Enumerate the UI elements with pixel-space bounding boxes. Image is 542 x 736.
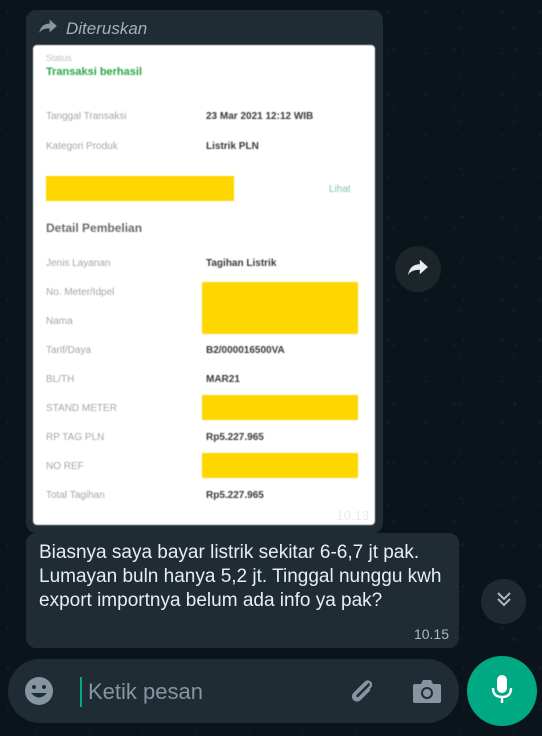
camera-icon[interactable]	[411, 676, 443, 706]
receipt-status-caption: Status	[46, 53, 72, 63]
receipt-row-label: STAND METER	[46, 403, 117, 414]
double-chevron-down-icon	[494, 589, 514, 614]
text-message[interactable]: Biasnya saya bayar listrik sekitar 6-6,7…	[26, 533, 459, 648]
microphone-icon	[489, 673, 515, 710]
redaction-highlight	[202, 282, 358, 334]
receipt-row-label: Nama	[46, 316, 73, 327]
emoji-icon[interactable]	[22, 674, 56, 708]
forwarded-header: Diteruskan	[38, 18, 147, 39]
receipt-row-label: BL/TH	[46, 374, 75, 385]
image-timestamp: 10.13	[336, 508, 369, 523]
paperclip-icon[interactable]	[346, 675, 378, 707]
redaction-highlight	[46, 176, 234, 201]
receipt-category-label: Kategori Produk	[46, 141, 118, 152]
share-button[interactable]	[395, 246, 441, 292]
scroll-down-button[interactable]	[481, 579, 526, 624]
redaction-highlight	[202, 395, 358, 420]
receipt-row-value: Tagihan Listrik	[206, 258, 277, 269]
receipt-detail-heading: Detail Pembelian	[46, 221, 143, 235]
forwarded-image-message[interactable]: Diteruskan Status Transaksi berhasil Tan…	[26, 10, 383, 533]
receipt-row-label: RP TAG PLN	[46, 432, 105, 443]
forwarded-label: Diteruskan	[66, 18, 148, 38]
message-timestamp: 10.15	[413, 626, 449, 642]
receipt-row-label: Total Tagihan	[46, 490, 105, 501]
receipt-date-value: 23 Mar 2021 12:12 WIB	[206, 111, 314, 122]
share-icon	[407, 258, 429, 281]
message-text: Biasnya saya bayar listrik sekitar 6-6,7…	[39, 542, 442, 611]
receipt-date-label: Tanggal Transaksi	[46, 111, 127, 122]
receipt-row-value: MAR21	[206, 374, 240, 385]
receipt-row-value: Rp5.227.965	[206, 490, 264, 501]
receipt-see-link: Lihat	[329, 184, 351, 195]
receipt-row-label: Tarif/Daya	[46, 345, 92, 356]
redaction-highlight	[202, 453, 358, 478]
receipt-row-label: Jenis Layanan	[46, 258, 111, 269]
voice-record-button[interactable]	[467, 656, 537, 726]
receipt-category-value: Listrik PLN	[206, 141, 259, 152]
receipt-row-label: NO REF	[46, 461, 84, 472]
receipt-image[interactable]: Status Transaksi berhasil Tanggal Transa…	[33, 45, 375, 525]
forward-arrow-icon	[38, 18, 58, 39]
message-input-bar	[8, 659, 459, 723]
message-input[interactable]	[86, 673, 340, 711]
receipt-row-value: Rp5.227.965	[206, 432, 264, 443]
text-cursor	[80, 677, 82, 707]
receipt-status: Transaksi berhasil	[46, 66, 142, 78]
receipt-row-label: No. Meter/Idpel	[46, 287, 115, 298]
receipt-row-value: B2/000016500VA	[206, 345, 285, 356]
